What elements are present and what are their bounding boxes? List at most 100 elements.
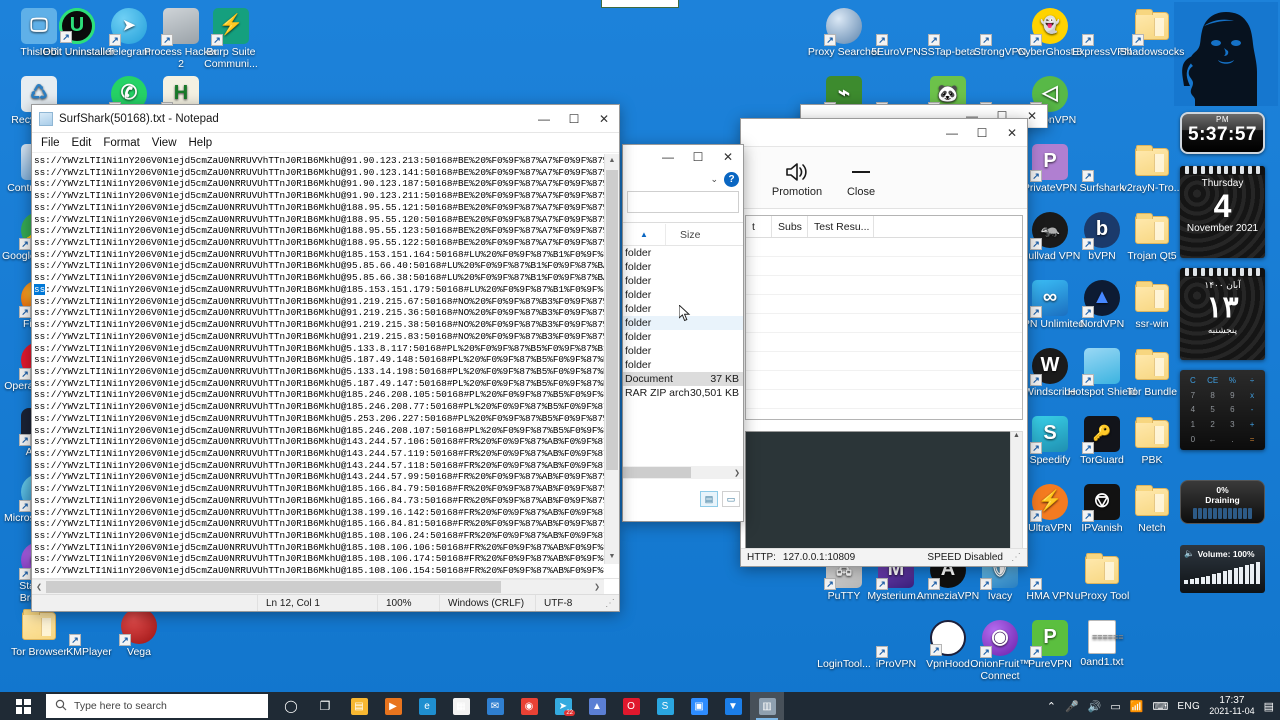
close-ribbon-button[interactable]: Close: [829, 158, 893, 198]
scrollbar-thumb[interactable]: [606, 170, 618, 470]
calculator-key-[interactable]: .: [1223, 435, 1243, 444]
taskbar-skype-icon[interactable]: S: [648, 692, 682, 720]
calculator-key-7[interactable]: 7: [1183, 391, 1203, 400]
taskbar-mail-icon[interactable]: ✉: [478, 692, 512, 720]
calculator-key-[interactable]: ÷: [1242, 376, 1262, 385]
taskbar-task-view-icon[interactable]: ❐: [308, 692, 342, 720]
calculator-key-4[interactable]: 4: [1183, 405, 1203, 414]
taskbar-edge-icon[interactable]: e: [410, 692, 444, 720]
menu-item-format[interactable]: Format: [103, 137, 139, 149]
gregorian-calendar-gadget[interactable]: Thursday 4 November 2021: [1180, 166, 1265, 258]
maximize-button[interactable]: ☐: [683, 145, 713, 169]
scroll-left-arrow[interactable]: ❮: [32, 583, 46, 591]
notepad-vertical-scrollbar[interactable]: ▲ ▼: [604, 154, 619, 564]
minimize-button[interactable]: —: [937, 119, 967, 146]
chevron-down-icon[interactable]: ⌄: [710, 174, 718, 185]
calculator-key-8[interactable]: 8: [1203, 391, 1223, 400]
explorer-row[interactable]: folder: [623, 274, 743, 288]
calculator-key-CE[interactable]: CE: [1203, 376, 1223, 385]
taskbar-chrome-icon[interactable]: ◉: [512, 692, 546, 720]
resize-grip-icon[interactable]: ⋰: [1011, 552, 1021, 563]
servers-grid[interactable]: t Subs Test Resu...: [745, 215, 1023, 420]
calculator-gadget[interactable]: C CE% ÷ 7 8 9 x 4 5 6- 1 2 3 +0 ←. =: [1180, 370, 1265, 450]
explorer-row[interactable]: folder: [623, 288, 743, 302]
file-explorer-window[interactable]: — ☐ ✕ ⌄ ? ▲ Size folder folder folder folde…: [622, 144, 744, 522]
grid-row[interactable]: [746, 295, 1022, 314]
explorer-row[interactable]: folder: [623, 316, 743, 330]
promotion-button[interactable]: Promotion: [765, 158, 829, 198]
desktop-icon-iobit-uninstaller[interactable]: U↗ IObit Uninstaller: [38, 8, 116, 59]
calculator-key-[interactable]: -: [1242, 405, 1262, 414]
main-window-titlebar[interactable]: — ☐ ✕: [741, 119, 1027, 147]
notepad-text-area[interactable]: ss://YWVzLTI1Ni1nY206V0N1ejd5cmZaU0NRRUV…: [32, 154, 619, 579]
log-scrollbar[interactable]: ▲ ▼: [1010, 431, 1023, 563]
grid-col-t[interactable]: t: [746, 216, 772, 237]
grid-row[interactable]: [746, 371, 1022, 390]
scroll-up-arrow[interactable]: ▲: [1011, 432, 1022, 439]
grid-row[interactable]: [746, 257, 1022, 276]
taskbar-file-explorer-icon[interactable]: ▤: [342, 692, 376, 720]
clock-date[interactable]: 17:37 2021-11-04: [1209, 695, 1254, 717]
taskbar-telegram-icon[interactable]: ➤ 22: [546, 692, 580, 720]
zoom-level[interactable]: 100%: [377, 595, 439, 611]
calculator-key-2[interactable]: 2: [1203, 420, 1223, 429]
grid-row[interactable]: [746, 276, 1022, 295]
explorer-row[interactable]: folder: [623, 344, 743, 358]
explorer-file-list[interactable]: folder folder folder folder folder folder fold…: [623, 246, 743, 461]
menu-item-file[interactable]: File: [41, 137, 60, 149]
start-button[interactable]: [0, 692, 46, 720]
taskbar-cortana-icon[interactable]: ◯: [274, 692, 308, 720]
notepad-titlebar[interactable]: SurfShark(50168).txt - Notepad — ☐ ✕: [32, 105, 619, 133]
chevron-up-icon[interactable]: ⌃: [1047, 700, 1056, 713]
keyboard-icon[interactable]: ⌨: [1152, 700, 1168, 713]
desktop-icon-uproxy-tool[interactable]: uProxy Tool: [1063, 552, 1141, 603]
desktop-icon-vega[interactable]: ↗ Vega: [100, 608, 178, 659]
log-console[interactable]: [745, 431, 1023, 563]
calculator-key-9[interactable]: 9: [1223, 391, 1243, 400]
taskbar[interactable]: Type here to search ◯ ❐ ▤ ▶ e ▦ ✉ ◉ ➤ 22 ▲ O S ▣ ▼ ▥ ⌃ …: [0, 692, 1280, 720]
calculator-key-0[interactable]: 0: [1183, 435, 1203, 444]
wifi-icon[interactable]: 📶: [1130, 700, 1144, 713]
scroll-right-arrow[interactable]: ❯: [691, 469, 743, 477]
explorer-row[interactable]: Document 37 KB: [623, 372, 743, 386]
close-button[interactable]: ✕: [997, 119, 1027, 146]
scrollbar-trough[interactable]: [46, 580, 590, 594]
explorer-row[interactable]: folder: [623, 246, 743, 260]
calculator-key-3[interactable]: 3: [1223, 420, 1243, 429]
grid-col-subs[interactable]: Subs: [772, 216, 808, 237]
calculator-key-1[interactable]: 1: [1183, 420, 1203, 429]
grid-row[interactable]: [746, 238, 1022, 257]
calculator-key-6[interactable]: 6: [1223, 405, 1243, 414]
grid-row[interactable]: [746, 314, 1022, 333]
help-icon[interactable]: ?: [724, 171, 739, 187]
battery-icon[interactable]: ▭: [1110, 700, 1120, 713]
list-view-icon[interactable]: ▭: [722, 491, 740, 507]
explorer-row[interactable]: RAR ZIP archive30,501 KB: [623, 386, 743, 400]
grid-row[interactable]: [746, 352, 1022, 371]
taskbar-video-player-icon[interactable]: ▶: [376, 692, 410, 720]
address-bar[interactable]: [627, 191, 739, 213]
explorer-row[interactable]: folder: [623, 358, 743, 372]
calculator-key-[interactable]: %: [1223, 376, 1243, 385]
calculator-key-C[interactable]: C: [1183, 376, 1203, 385]
grid-row[interactable]: [746, 333, 1022, 352]
calculator-key-[interactable]: +: [1242, 420, 1262, 429]
menu-item-edit[interactable]: Edit: [72, 137, 92, 149]
minimize-button[interactable]: —: [653, 145, 683, 169]
column-header-size[interactable]: Size: [665, 224, 743, 245]
scrollbar-thumb[interactable]: [623, 467, 691, 478]
explorer-horizontal-scrollbar[interactable]: ❯: [623, 466, 743, 479]
minimize-button[interactable]: —: [529, 105, 559, 132]
clock-gadget[interactable]: PM 5:37:57: [1180, 112, 1265, 154]
taskbar-zoom-icon[interactable]: ▣: [682, 692, 716, 720]
battery-gadget[interactable]: 0% Draining: [1180, 480, 1265, 524]
taskbar-photoshop-icon[interactable]: ▲: [580, 692, 614, 720]
v2ray-main-window[interactable]: — ☐ ✕ Promotion Close t Subs Test Resu..…: [740, 118, 1028, 567]
taskbar-dropbox-icon[interactable]: ▼: [716, 692, 750, 720]
calculator-key-[interactable]: =: [1242, 435, 1262, 444]
volume-gadget[interactable]: 🔈 Volume: 100%: [1180, 545, 1265, 593]
scroll-down-arrow[interactable]: ▼: [605, 550, 619, 564]
notepad-window[interactable]: SurfShark(50168).txt - Notepad — ☐ ✕ Fil…: [31, 104, 620, 612]
details-view-icon[interactable]: ▤: [700, 491, 718, 507]
volume-icon[interactable]: 🔊: [1088, 700, 1102, 713]
